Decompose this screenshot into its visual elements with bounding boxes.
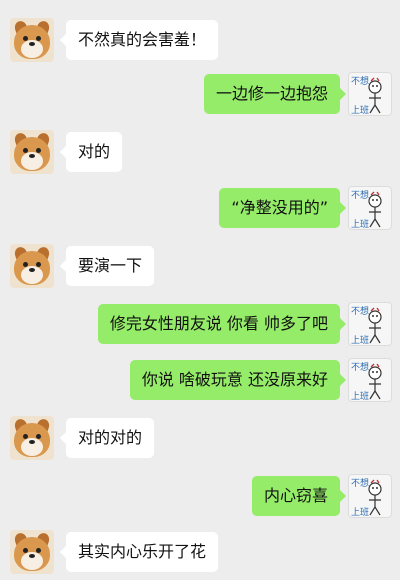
svg-text:不想: 不想 bbox=[351, 361, 369, 373]
chat-message-list: 不然真的会害羞！ 不想 上班 一边修一边抱怨 对的 不想 上班 “净整没用的” … bbox=[0, 0, 400, 580]
my-avatar[interactable]: 不想 上班 bbox=[348, 72, 392, 116]
bubble-tail bbox=[340, 202, 346, 214]
message-bubble[interactable]: 其实内心乐开了花 bbox=[66, 532, 219, 572]
message-row-incoming: 对的 bbox=[0, 130, 400, 176]
my-avatar[interactable]: 不想 上班 bbox=[348, 302, 392, 346]
svg-text:上班: 上班 bbox=[351, 334, 369, 346]
bubble-tail bbox=[340, 490, 346, 502]
svg-text:上班: 上班 bbox=[351, 218, 369, 230]
message-bubble[interactable]: 对的 bbox=[66, 132, 123, 172]
svg-text:不想: 不想 bbox=[351, 477, 369, 489]
contact-avatar[interactable] bbox=[10, 530, 54, 574]
message-row-incoming: 不然真的会害羞！ bbox=[0, 18, 400, 64]
svg-text:上班: 上班 bbox=[351, 104, 369, 116]
message-row-outgoing: 不想 上班 一边修一边抱怨 bbox=[0, 72, 400, 118]
my-avatar[interactable]: 不想 上班 bbox=[348, 358, 392, 402]
svg-text:不想: 不想 bbox=[351, 189, 369, 201]
svg-text:不想: 不想 bbox=[351, 305, 369, 317]
my-avatar[interactable]: 不想 上班 bbox=[348, 474, 392, 518]
contact-avatar[interactable] bbox=[10, 130, 54, 174]
stick-figure-icon: 不想 上班 bbox=[351, 189, 382, 230]
bubble-tail bbox=[340, 318, 346, 330]
message-bubble[interactable]: 一边修一边抱怨 bbox=[203, 74, 340, 114]
svg-text:上班: 上班 bbox=[351, 506, 369, 518]
message-bubble[interactable]: “净整没用的” bbox=[219, 188, 340, 228]
message-bubble[interactable]: 不然真的会害羞！ bbox=[66, 20, 219, 60]
message-row-outgoing: 不想 上班 修完女性朋友说 你看 帅多了吧 bbox=[0, 302, 400, 348]
svg-text:不想: 不想 bbox=[351, 75, 369, 87]
message-row-incoming: 对的对的 bbox=[0, 416, 400, 462]
stick-figure-icon: 不想 上班 bbox=[351, 477, 382, 518]
message-row-outgoing: 不想 上班 “净整没用的” bbox=[0, 186, 400, 232]
message-row-incoming: 其实内心乐开了花 bbox=[0, 530, 400, 576]
message-bubble[interactable]: 修完女性朋友说 你看 帅多了吧 bbox=[97, 304, 340, 344]
my-avatar[interactable]: 不想 上班 bbox=[348, 186, 392, 230]
message-bubble[interactable]: 内心窃喜 bbox=[251, 476, 340, 516]
svg-text:上班: 上班 bbox=[351, 390, 369, 402]
bubble-tail bbox=[340, 88, 346, 100]
message-bubble[interactable]: 要演一下 bbox=[66, 246, 155, 286]
stick-figure-icon: 不想 上班 bbox=[351, 75, 382, 116]
message-row-incoming: 要演一下 bbox=[0, 244, 400, 290]
message-row-outgoing: 不想 上班 你说 啥破玩意 还没原来好 bbox=[0, 358, 400, 404]
contact-avatar[interactable] bbox=[10, 416, 54, 460]
bubble-tail bbox=[340, 374, 346, 386]
contact-avatar[interactable] bbox=[10, 244, 54, 288]
message-row-outgoing: 不想 上班 内心窃喜 bbox=[0, 474, 400, 520]
stick-figure-icon: 不想 上班 bbox=[351, 361, 382, 402]
message-bubble[interactable]: 对的对的 bbox=[66, 418, 155, 458]
stick-figure-icon: 不想 上班 bbox=[351, 305, 382, 346]
contact-avatar[interactable] bbox=[10, 18, 54, 62]
message-bubble[interactable]: 你说 啥破玩意 还没原来好 bbox=[129, 360, 340, 400]
